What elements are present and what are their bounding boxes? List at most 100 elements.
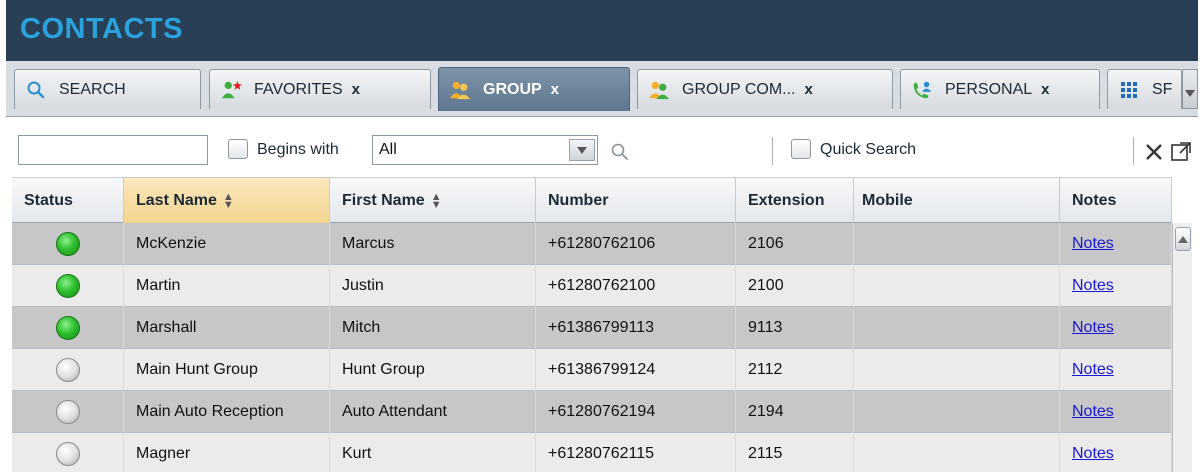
last-name-cell: Martin <box>124 265 330 307</box>
extension-cell: 2100 <box>736 265 854 307</box>
last-name-cell: Magner <box>124 433 330 472</box>
column-header-label: Status <box>24 192 73 209</box>
mobile-cell <box>854 307 1060 349</box>
extension-cell: 2106 <box>736 223 854 265</box>
last-name-cell: Marshall <box>124 307 330 349</box>
status-cell <box>12 349 124 391</box>
status-cell <box>12 223 124 265</box>
extension-cell: 9113 <box>736 307 854 349</box>
tab-speed-dial[interactable]: SF <box>1107 69 1182 109</box>
status-cell <box>12 433 124 472</box>
table-row[interactable]: Marshall Mitch +61386799113 9113 Notes <box>12 307 1172 349</box>
group-icon <box>449 79 471 101</box>
number-cell: +61280762194 <box>536 391 736 433</box>
tab-close-icon[interactable]: x <box>352 81 360 98</box>
contacts-panel: CONTACTS SEARCH FAVORITES x GROUP x GROU… <box>6 0 1198 472</box>
column-header-number[interactable]: Number <box>536 178 736 224</box>
chevron-up-icon <box>1178 230 1188 248</box>
presence-available-icon <box>55 274 80 298</box>
column-header-label: Last Name <box>136 192 217 209</box>
notes-link[interactable]: Notes <box>1072 235 1114 253</box>
tab-label: SF <box>1152 80 1173 98</box>
first-name-cell: Auto Attendant <box>330 391 536 433</box>
tab-close-icon[interactable]: x <box>551 81 559 98</box>
column-header-extension[interactable]: Extension <box>736 178 854 224</box>
pop-out-icon[interactable] <box>1170 141 1192 168</box>
filter-select[interactable]: All <box>372 135 598 165</box>
table-row[interactable]: Martin Justin +61280762100 2100 Notes <box>12 265 1172 307</box>
scroll-up-button[interactable] <box>1175 227 1191 251</box>
favorites-icon <box>220 79 242 101</box>
first-name-cell: Kurt <box>330 433 536 472</box>
column-header-last-name[interactable]: Last Name ▲ ▼ <box>124 178 330 224</box>
first-name-cell: Hunt Group <box>330 349 536 391</box>
tab-label: SEARCH <box>59 80 126 98</box>
column-header-label: First Name <box>342 192 425 209</box>
panel-title-bar: CONTACTS <box>6 0 1198 61</box>
mobile-cell <box>854 349 1060 391</box>
group-common-icon <box>648 79 670 101</box>
table-row[interactable]: Magner Kurt +61280762115 2115 Notes <box>12 433 1172 472</box>
notes-link[interactable]: Notes <box>1072 277 1114 295</box>
notes-cell: Notes <box>1060 223 1172 265</box>
mobile-cell <box>854 223 1060 265</box>
quick-search-checkbox[interactable] <box>791 139 811 159</box>
tab-close-icon[interactable]: x <box>1041 81 1049 98</box>
tab-group-common[interactable]: GROUP COM... x <box>637 69 893 109</box>
contacts-table-header: Status Last Name ▲ ▼ First Name ▲ ▼ Number… <box>12 177 1172 224</box>
search-toolbar: Begins with All Quick Search <box>6 117 1198 177</box>
presence-unknown-icon <box>55 442 80 466</box>
speed-dial-icon <box>1118 79 1140 101</box>
contacts-table-body: McKenzie Marcus +61280762106 2106 Notes … <box>12 223 1172 472</box>
begins-with-label: Begins with <box>257 141 339 158</box>
first-name-cell: Justin <box>330 265 536 307</box>
status-cell <box>12 307 124 349</box>
tab-label: GROUP COM... <box>682 80 796 98</box>
table-row[interactable]: McKenzie Marcus +61280762106 2106 Notes <box>12 223 1172 265</box>
number-cell: +61280762106 <box>536 223 736 265</box>
column-header-status[interactable]: Status <box>12 178 124 224</box>
column-header-mobile[interactable]: Mobile <box>854 178 1060 224</box>
column-header-first-name[interactable]: First Name ▲ ▼ <box>330 178 536 224</box>
table-row[interactable]: Main Auto Reception Auto Attendant +6128… <box>12 391 1172 433</box>
tab-favorites[interactable]: FAVORITES x <box>209 69 431 109</box>
extension-cell: 2194 <box>736 391 854 433</box>
chevron-down-icon <box>1185 84 1195 102</box>
last-name-cell: McKenzie <box>124 223 330 265</box>
tab-close-icon[interactable]: x <box>805 81 813 98</box>
table-row[interactable]: Main Hunt Group Hunt Group +61386799124 … <box>12 349 1172 391</box>
tab-scroll-button[interactable] <box>1182 69 1198 109</box>
notes-link[interactable]: Notes <box>1072 445 1114 463</box>
search-input[interactable] <box>18 135 208 165</box>
tab-group[interactable]: GROUP x <box>438 67 630 111</box>
sort-icon: ▲ ▼ <box>430 191 442 211</box>
presence-available-icon <box>55 316 80 340</box>
close-icon[interactable] <box>1144 142 1164 167</box>
column-header-label: Notes <box>1072 192 1117 209</box>
tab-personal[interactable]: PERSONAL x <box>900 69 1100 109</box>
first-name-cell: Marcus <box>330 223 536 265</box>
notes-link[interactable]: Notes <box>1072 403 1114 421</box>
panel-title: CONTACTS <box>20 13 183 45</box>
notes-link[interactable]: Notes <box>1072 361 1114 379</box>
notes-cell: Notes <box>1060 307 1172 349</box>
begins-with-checkbox[interactable] <box>228 139 248 159</box>
search-icon <box>25 79 47 101</box>
chevron-down-icon[interactable] <box>569 139 595 161</box>
number-cell: +61386799124 <box>536 349 736 391</box>
number-cell: +61280762115 <box>536 433 736 472</box>
last-name-cell: Main Hunt Group <box>124 349 330 391</box>
column-header-notes[interactable]: Notes <box>1060 178 1172 224</box>
mobile-cell <box>854 391 1060 433</box>
first-name-cell: Mitch <box>330 307 536 349</box>
presence-available-icon <box>55 232 80 256</box>
tab-strip: SEARCH FAVORITES x GROUP x GROUP COM... … <box>6 61 1198 117</box>
notes-link[interactable]: Notes <box>1072 319 1114 337</box>
table-vertical-scrollbar[interactable] <box>1172 223 1192 472</box>
number-cell: +61280762100 <box>536 265 736 307</box>
presence-unknown-icon <box>55 358 80 382</box>
tab-search[interactable]: SEARCH <box>14 69 201 109</box>
tab-label: PERSONAL <box>945 80 1033 98</box>
column-header-label: Mobile <box>862 192 913 209</box>
search-icon[interactable] <box>610 142 630 167</box>
